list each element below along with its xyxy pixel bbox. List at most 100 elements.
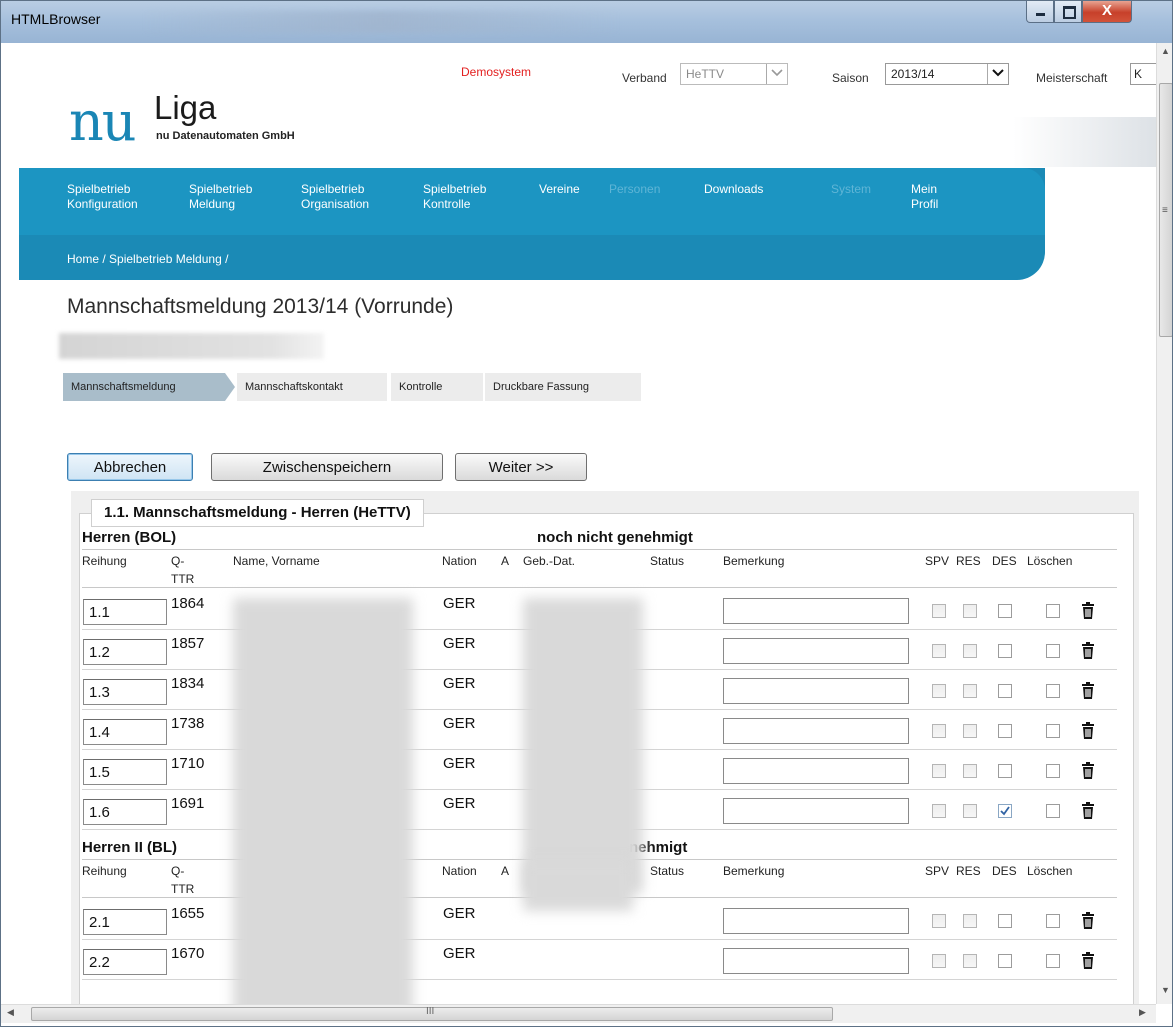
nav-item-label: Organisation [301,197,370,211]
nav-item-spielbetrieb-organisation[interactable]: Spielbetrieb Organisation [301,182,369,212]
res-checkbox [963,684,977,698]
nation-value: GER [443,945,476,962]
trash-icon[interactable] [1080,802,1096,820]
trash-icon[interactable] [1080,762,1096,780]
nav-item-spielbetrieb-kontrolle[interactable]: Spielbetrieb Kontrolle [423,182,486,212]
close-button[interactable]: X [1082,1,1132,23]
nation-value: GER [443,795,476,812]
loeschen-checkbox[interactable] [1046,604,1060,618]
blurred-club-name [59,333,324,359]
column-header-reihung: Reihung [82,864,127,878]
loeschen-checkbox[interactable] [1046,954,1060,968]
res-checkbox [963,644,977,658]
trash-icon[interactable] [1080,682,1096,700]
trash-icon[interactable] [1080,602,1096,620]
bemerkung-input[interactable] [723,948,909,974]
scroll-left-icon[interactable]: ◀ [7,1007,14,1018]
nav-item-label: Konfiguration [67,197,138,211]
trash-icon[interactable] [1080,722,1096,740]
reihung-input[interactable]: 2.1 [83,909,167,935]
meisterschaft-select[interactable]: K [1130,63,1157,85]
header-divider [82,549,1117,550]
scroll-right-icon[interactable]: ▶ [1139,1007,1146,1018]
nav-item-label: Spielbetrieb [189,182,253,196]
loeschen-checkbox[interactable] [1046,804,1060,818]
bemerkung-input[interactable] [723,798,909,824]
demo-label: Demosystem [461,65,532,79]
bemerkung-input[interactable] [723,908,909,934]
bemerkung-input[interactable] [723,718,909,744]
column-header-des: DES [992,554,1017,568]
des-checkbox[interactable] [998,954,1012,968]
minimize-button[interactable] [1026,1,1054,23]
reihung-input[interactable]: 1.4 [83,719,167,745]
blurred-names [233,598,413,1004]
qttr-value: 1655 [171,905,205,922]
horizontal-scrollbar[interactable]: ◀ III ▶ [1,1004,1156,1023]
trash-icon[interactable] [1080,952,1096,970]
des-checkbox[interactable] [998,724,1012,738]
step-mannschaftskontakt[interactable]: Mannschaftskontakt [237,373,387,401]
save-draft-button[interactable]: Zwischenspeichern [211,453,443,481]
column-header-status: Status [650,864,685,878]
logo-nu: nu [69,90,137,153]
cancel-button[interactable]: Abbrechen [67,453,193,481]
reihung-input[interactable]: 2.2 [83,949,167,975]
column-header-loeschen: Löschen [1027,554,1073,568]
spv-checkbox [932,684,946,698]
nav-item-downloads[interactable]: Downloads [704,182,763,197]
nav-item-mein-profil[interactable]: Mein Profil [911,182,938,212]
des-checkbox[interactable] [998,684,1012,698]
step-mannschaftsmeldung[interactable]: Mannschaftsmeldung [63,373,225,401]
grip-icon: ≡ [1162,205,1168,216]
loeschen-checkbox[interactable] [1046,764,1060,778]
trash-icon[interactable] [1080,642,1096,660]
spv-checkbox [932,764,946,778]
meisterschaft-value: K [1134,67,1143,81]
nav-item-vereine[interactable]: Vereine [539,182,580,197]
des-checkbox[interactable] [998,804,1012,818]
scroll-down-icon[interactable]: ▼ [1161,985,1170,995]
res-checkbox [963,604,977,618]
maximize-button[interactable] [1054,1,1082,23]
bemerkung-input[interactable] [723,678,909,704]
nav-item-spielbetrieb-meldung[interactable]: Spielbetrieb Meldung [189,182,252,212]
reihung-input[interactable]: 1.2 [83,639,167,665]
des-checkbox[interactable] [998,764,1012,778]
loeschen-checkbox[interactable] [1046,684,1060,698]
nav-item-spielbetrieb-konfiguration[interactable]: Spielbetrieb Konfiguration [67,182,138,212]
saison-select[interactable]: 2013/14 [885,63,1009,85]
nation-value: GER [443,595,476,612]
des-checkbox[interactable] [998,914,1012,928]
loeschen-checkbox[interactable] [1046,914,1060,928]
nav-item-label: System [831,182,872,196]
step-kontrolle[interactable]: Kontrolle [391,373,483,401]
qttr-value: 1738 [171,715,205,732]
des-checkbox[interactable] [998,604,1012,618]
reihung-input[interactable]: 1.5 [83,759,167,785]
loeschen-checkbox[interactable] [1046,644,1060,658]
nav-item-personen: Personen [609,182,660,197]
nav-item-label: Downloads [704,182,764,196]
header-divider [82,587,1117,588]
des-checkbox[interactable] [998,644,1012,658]
qttr-value: 1857 [171,635,205,652]
trash-icon[interactable] [1080,912,1096,930]
bemerkung-input[interactable] [723,758,909,784]
spv-checkbox [932,954,946,968]
breadcrumb[interactable]: Home / Spielbetrieb Meldung / [67,252,228,266]
bemerkung-input[interactable] [723,598,909,624]
chevron-down-icon [987,64,1008,84]
next-button[interactable]: Weiter >> [455,453,587,481]
reihung-input[interactable]: 1.1 [83,599,167,625]
scroll-up-icon[interactable]: ▲ [1161,46,1170,56]
vertical-scrollbar[interactable]: ▲ ≡ ▼ [1156,43,1172,1004]
reihung-input[interactable]: 1.3 [83,679,167,705]
res-checkbox [963,914,977,928]
bemerkung-input[interactable] [723,638,909,664]
reihung-input[interactable]: 1.6 [83,799,167,825]
loeschen-checkbox[interactable] [1046,724,1060,738]
step-druckbare-fassung[interactable]: Druckbare Fassung [485,373,641,401]
verband-select[interactable]: HeTTV [680,63,788,85]
page-title: Mannschaftsmeldung 2013/14 (Vorrunde) [67,295,454,318]
